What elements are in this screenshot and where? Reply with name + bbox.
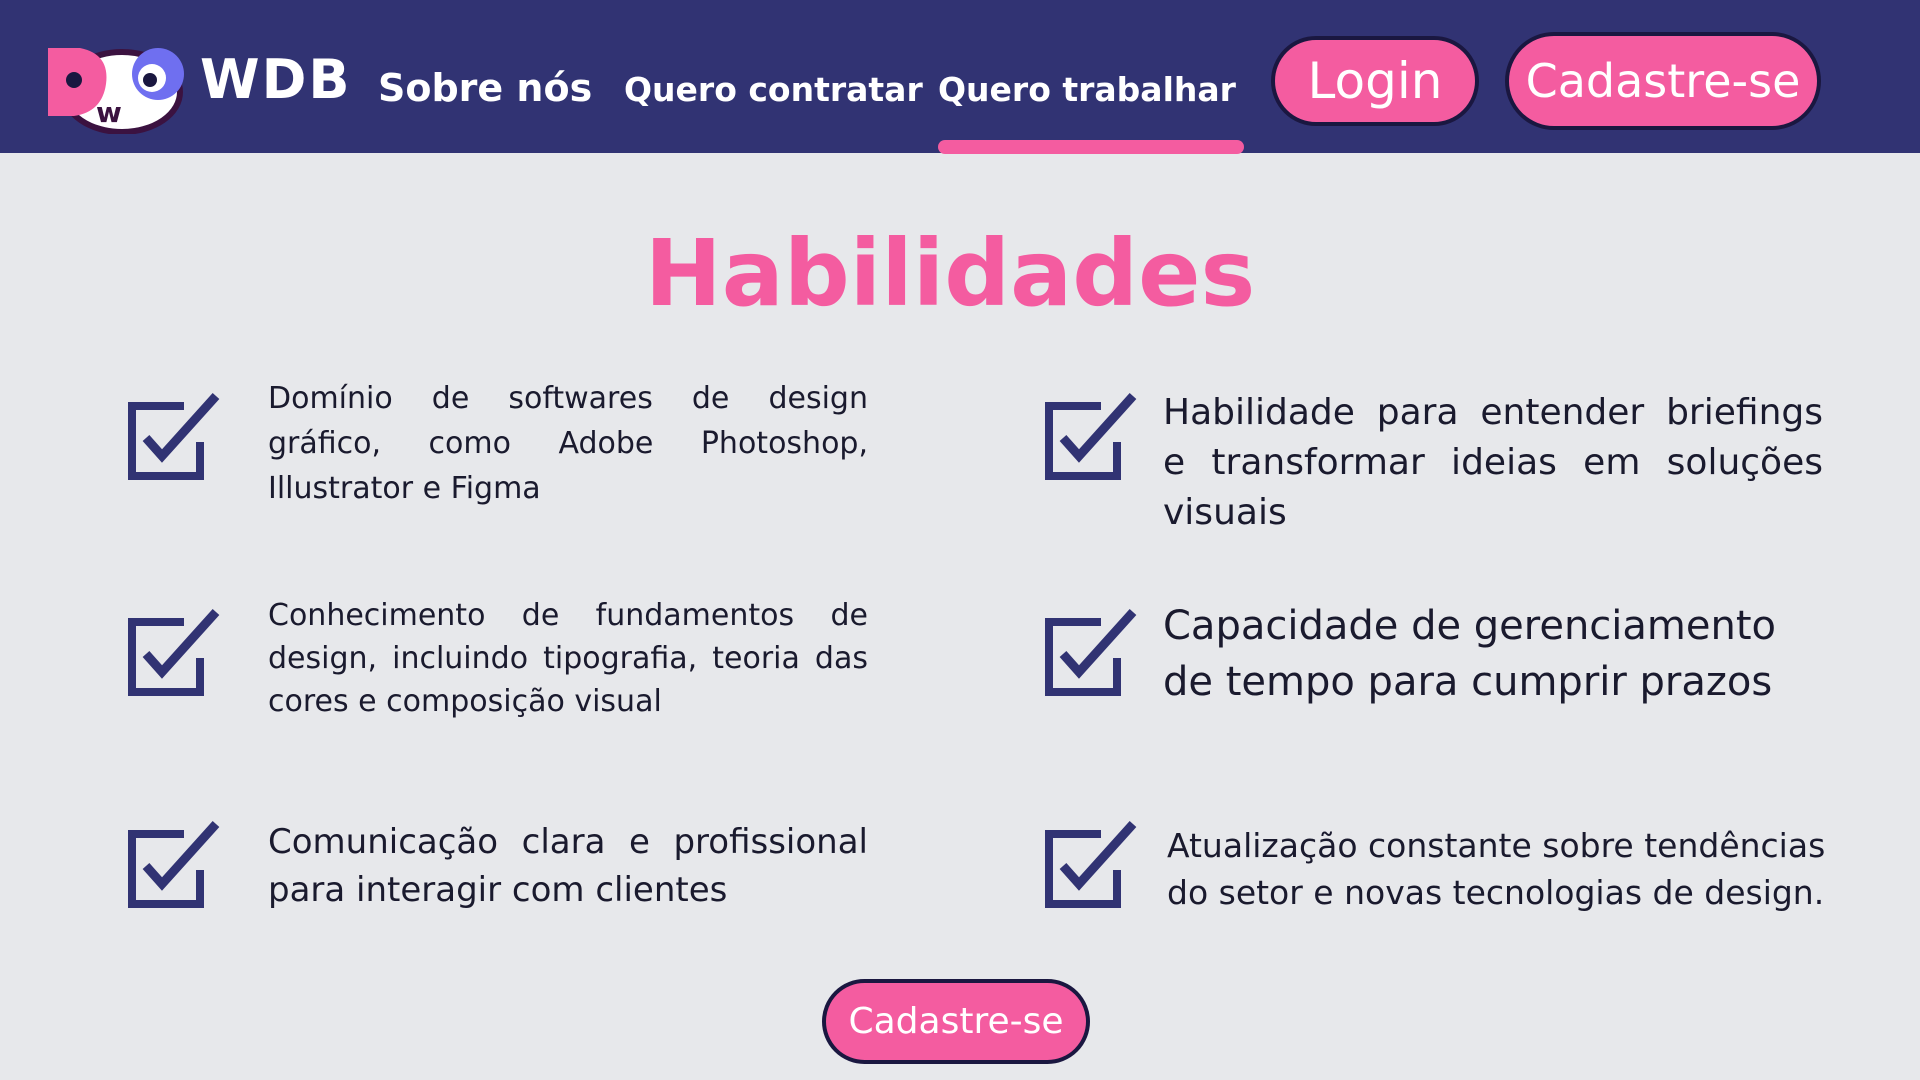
skill-item-text: Capacidade de gerenciamento de tempo par…: [1163, 603, 1777, 705]
top-navbar: w WDB Sobre nós Quero contratar Quero tr…: [0, 0, 1920, 154]
nav-link-about[interactable]: Sobre nós: [378, 66, 592, 110]
skill-item-text: Habilidade para entender briefings e tra…: [1163, 392, 1823, 533]
page-title: Habilidades: [644, 220, 1256, 327]
nav-link-work[interactable]: Quero trabalhar: [938, 70, 1236, 109]
checkbox-checked-icon: [128, 820, 220, 908]
signup-button-bottom[interactable]: Cadastre-se: [822, 979, 1090, 1064]
checkbox-checked-icon: [1045, 608, 1137, 696]
skill-item-text: Conhecimento de fundamentos de design, i…: [268, 598, 868, 719]
login-button[interactable]: Login: [1271, 36, 1479, 126]
brand-name[interactable]: WDB: [200, 48, 352, 111]
checkbox-checked-icon: [1045, 392, 1137, 480]
skill-item-text: Domínio de softwares de design gráfico, …: [268, 381, 868, 506]
active-nav-indicator: [938, 140, 1244, 154]
checkbox-checked-icon: [1045, 820, 1137, 908]
checkbox-checked-icon: [128, 392, 220, 480]
signup-button[interactable]: Cadastre-se: [1505, 32, 1821, 130]
checkbox-checked-icon: [128, 608, 220, 696]
svg-text:w: w: [96, 96, 122, 129]
dwo-logo-icon[interactable]: w: [40, 40, 200, 134]
skill-item-text: Comunicação clara e profissional para in…: [268, 822, 868, 910]
skill-item-text: Atualização constante sobre tendências d…: [1167, 826, 1826, 912]
nav-link-hire[interactable]: Quero contratar: [624, 70, 923, 109]
